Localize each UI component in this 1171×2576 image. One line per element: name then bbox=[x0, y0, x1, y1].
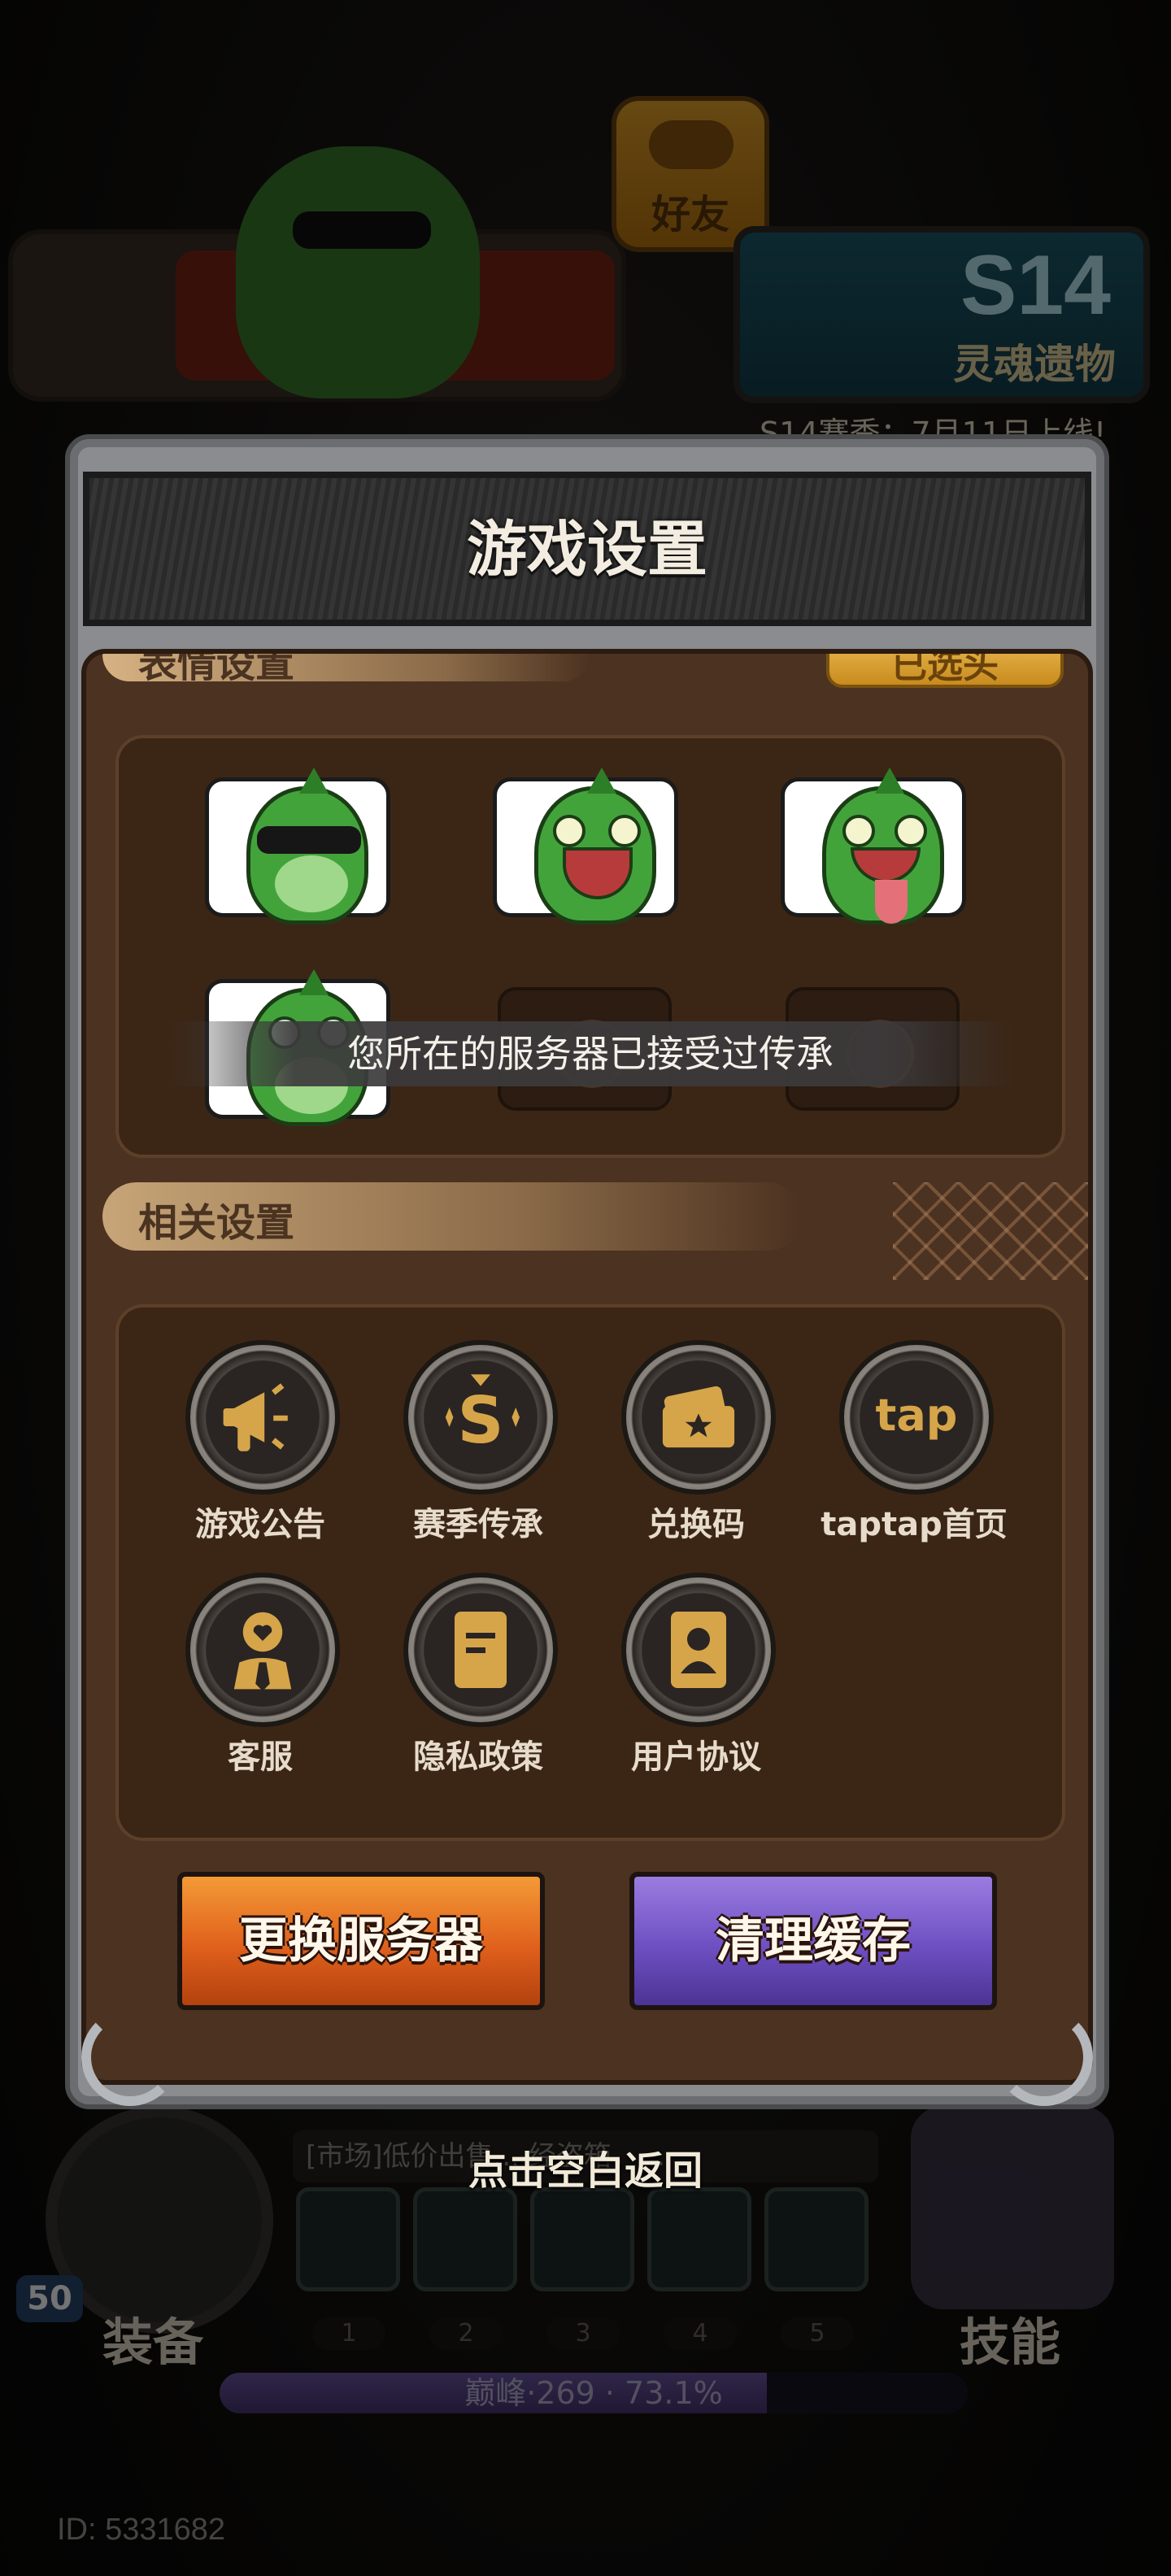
emote-section-label: 表情设置 bbox=[138, 649, 295, 686]
level-badge: 50 bbox=[16, 2275, 83, 2322]
document-icon bbox=[403, 1573, 558, 1727]
sunglasses-decoration bbox=[293, 211, 431, 249]
season-card[interactable]: S14 灵魂遗物 bbox=[734, 226, 1150, 403]
skill-slot[interactable] bbox=[413, 2187, 517, 2291]
clear-cache-button[interactable]: 清理缓存 bbox=[629, 1872, 997, 2010]
settings-panel: 游戏公告 S 赛季传承 兑换码 tap taptap首页 客服 隐私政策 用户协… bbox=[115, 1304, 1065, 1841]
equip-label: 装备 bbox=[102, 2313, 204, 2372]
setting-label: 隐私政策 bbox=[413, 1738, 543, 1776]
taptap-icon: tap bbox=[839, 1340, 994, 1495]
emote-selected-label: 已选头 bbox=[891, 649, 999, 686]
slot-number: 5 bbox=[781, 2317, 854, 2350]
skill-book-button[interactable] bbox=[911, 2106, 1114, 2309]
setting-user-agreement[interactable]: 用户协议 bbox=[587, 1573, 805, 1797]
toast-text: 您所在的服务器已接受过传承 bbox=[347, 1032, 834, 1076]
peak-progress-text: 巅峰·269 · 73.1% bbox=[464, 2375, 723, 2411]
change-server-label: 更换服务器 bbox=[239, 1912, 483, 1969]
season-inherit-icon: S bbox=[403, 1340, 558, 1495]
emote-shouting-frog[interactable] bbox=[493, 768, 678, 925]
customer-service-icon bbox=[185, 1573, 340, 1727]
season-subtitle: 灵魂遗物 bbox=[953, 341, 1116, 388]
megaphone-icon bbox=[185, 1340, 340, 1495]
season-title: S14 bbox=[960, 238, 1111, 333]
setting-label: 用户协议 bbox=[631, 1738, 761, 1776]
setting-season-inherit[interactable]: S 赛季传承 bbox=[369, 1340, 587, 1564]
setting-announcement[interactable]: 游戏公告 bbox=[151, 1340, 369, 1564]
ticket-icon bbox=[621, 1340, 776, 1495]
cool-frog-icon bbox=[246, 768, 368, 925]
dialog-header: 游戏设置 bbox=[83, 472, 1091, 626]
skill-slot[interactable] bbox=[296, 2187, 400, 2291]
slot-number: 1 bbox=[312, 2317, 385, 2350]
skill-slot-row bbox=[293, 2187, 878, 2317]
related-section-header: 相关设置 bbox=[102, 1182, 802, 1251]
setting-label: 兑换码 bbox=[647, 1506, 745, 1543]
setting-label: 游戏公告 bbox=[195, 1506, 325, 1543]
skill-slot[interactable] bbox=[764, 2187, 868, 2291]
slot-number: 2 bbox=[429, 2317, 503, 2350]
tap-to-close-hint: 点击空白返回 bbox=[468, 2148, 703, 2194]
related-section-label: 相关设置 bbox=[138, 1200, 295, 1246]
skill-label: 技能 bbox=[960, 2313, 1061, 2372]
peak-progress-bar: 巅峰·269 · 73.1% bbox=[220, 2373, 968, 2413]
setting-customer-service[interactable]: 客服 bbox=[151, 1573, 369, 1797]
svg-text:tap: tap bbox=[876, 1390, 958, 1441]
skill-slot[interactable] bbox=[647, 2187, 751, 2291]
slot-number: 3 bbox=[546, 2317, 620, 2350]
shouting-frog-icon bbox=[534, 768, 656, 925]
change-server-button[interactable]: 更换服务器 bbox=[177, 1872, 545, 2010]
emote-selected-button[interactable]: 已选头 bbox=[826, 649, 1064, 688]
toast-message: 您所在的服务器已接受过传承 bbox=[168, 1021, 1013, 1086]
setting-redeem-code[interactable]: 兑换码 bbox=[587, 1340, 805, 1564]
emote-cool-frog[interactable] bbox=[205, 768, 390, 925]
dialog-body[interactable]: 表情设置 已选头 您所在的服务器已接受过传承 相关设置 游戏公告 S 赛季传承 … bbox=[81, 649, 1093, 2085]
player-avatar bbox=[236, 146, 480, 398]
setting-label: 赛季传承 bbox=[413, 1506, 543, 1543]
bottom-hud: 50 装备 [市场]低价出售... 经盗箱，... 1 2 3 4 5 技能 巅… bbox=[0, 2082, 1171, 2439]
user-id: ID: 5331682 bbox=[57, 2513, 226, 2547]
corner-ornament bbox=[995, 2008, 1093, 2106]
emote-panel bbox=[115, 735, 1065, 1158]
setting-label: taptap首页 bbox=[821, 1506, 1008, 1543]
emote-section-header: 表情设置 bbox=[102, 654, 590, 686]
skill-slot[interactable] bbox=[530, 2187, 634, 2291]
user-agreement-icon bbox=[621, 1573, 776, 1727]
slot-number: 4 bbox=[664, 2317, 737, 2350]
corner-ornament bbox=[81, 2008, 179, 2106]
setting-label: 客服 bbox=[228, 1738, 293, 1776]
emote-tongue-frog[interactable] bbox=[781, 768, 966, 925]
cloud-icon bbox=[649, 120, 734, 169]
setting-privacy-policy[interactable]: 隐私政策 bbox=[369, 1573, 587, 1797]
dialog-title: 游戏设置 bbox=[467, 515, 707, 585]
clear-cache-label: 清理缓存 bbox=[716, 1912, 911, 1969]
tongue-frog-icon bbox=[822, 768, 944, 925]
svg-text:S: S bbox=[457, 1382, 503, 1458]
game-screen[interactable]: 好友 S14 灵魂遗物 S14赛季：7月11日上线! 50 装备 [市场]低价出… bbox=[0, 0, 1171, 2576]
lattice-decoration bbox=[893, 1182, 1088, 1280]
game-settings-dialog: 游戏设置 表情设置 已选头 您所在的服务器已接受过传承 相关设置 游戏公告 S … bbox=[65, 423, 1109, 2119]
setting-taptap[interactable]: tap taptap首页 bbox=[805, 1340, 1023, 1564]
